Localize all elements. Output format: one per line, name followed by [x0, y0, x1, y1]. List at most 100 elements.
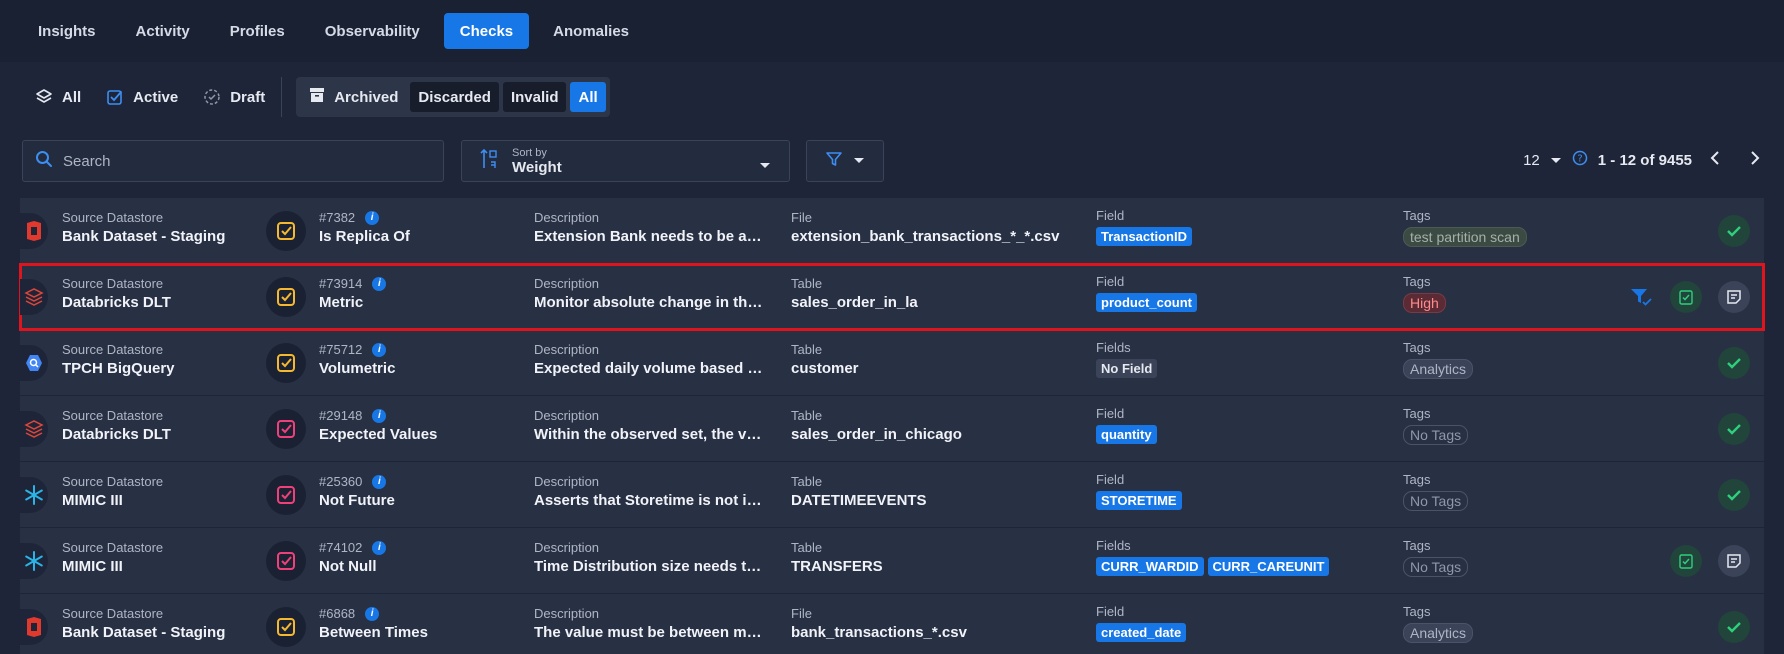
info-icon[interactable]: i: [372, 475, 387, 489]
validate-button[interactable]: [1670, 281, 1702, 313]
page-size-value[interactable]: 12: [1523, 152, 1540, 169]
search-input[interactable]: Search: [63, 153, 111, 170]
status-check-button[interactable]: [1718, 347, 1750, 379]
info-icon[interactable]: i: [372, 409, 387, 423]
chevron-down-icon[interactable]: [1550, 152, 1562, 169]
table-row[interactable]: Source Datastore Databricks DLT #29148 i …: [20, 396, 1764, 462]
filter-icon: [825, 150, 843, 173]
field-label: Field: [1096, 472, 1125, 487]
check-id: #73914: [319, 276, 363, 291]
filter-active[interactable]: Active: [93, 77, 190, 117]
tag-badge[interactable]: Analytics: [1403, 359, 1474, 379]
tag-badge[interactable]: Analytics: [1403, 623, 1474, 643]
description-label: Description: [534, 474, 600, 489]
field-chip[interactable]: CURR_WARDID: [1096, 557, 1204, 576]
help-icon[interactable]: ?: [1572, 150, 1588, 170]
validate-button[interactable]: [1670, 545, 1702, 577]
tab-profiles[interactable]: Profiles: [214, 13, 301, 49]
tags-label: Tags: [1403, 406, 1431, 421]
chevron-right-icon[interactable]: [1750, 151, 1760, 169]
tag-badge[interactable]: High: [1403, 293, 1446, 313]
sort-value: Weight: [512, 158, 562, 176]
status-check-button[interactable]: [1718, 611, 1750, 643]
target-value: customer: [791, 360, 859, 377]
filter-discarded[interactable]: Discarded: [410, 82, 499, 112]
filter-archived[interactable]: Archived: [300, 82, 406, 112]
info-icon[interactable]: i: [365, 607, 380, 621]
filter-button[interactable]: [806, 140, 884, 182]
table-row[interactable]: Source Datastore Bank Dataset - Staging …: [20, 594, 1764, 654]
target-value: bank_transactions_*.csv: [791, 624, 967, 641]
table-row[interactable]: Source Datastore Databricks DLT #73914 i …: [19, 263, 1765, 331]
layers-icon: [34, 87, 54, 107]
description-label: Description: [534, 342, 600, 357]
info-icon[interactable]: i: [365, 211, 380, 225]
datastore-name[interactable]: Databricks DLT: [62, 424, 171, 446]
field-label: Field: [1096, 604, 1125, 619]
datastore-name[interactable]: MIMIC III: [62, 490, 163, 512]
filter-active-label: Active: [133, 88, 179, 106]
check-name[interactable]: Not Future: [319, 490, 395, 512]
search-box[interactable]: Search: [22, 140, 444, 182]
field-label: Fields: [1096, 340, 1131, 355]
tab-activity[interactable]: Activity: [120, 13, 206, 49]
table-row[interactable]: Source Datastore MIMIC III #74102 i Not N…: [20, 528, 1764, 594]
field-chip[interactable]: quantity: [1096, 425, 1157, 444]
check-name[interactable]: Not Null: [319, 556, 386, 578]
datastore-name[interactable]: Bank Dataset - Staging: [62, 622, 225, 644]
tag-badge[interactable]: test partition scan: [1403, 227, 1527, 247]
note-button[interactable]: [1718, 545, 1750, 577]
note-button[interactable]: [1718, 281, 1750, 313]
field-chip[interactable]: product_count: [1096, 293, 1197, 312]
check-name[interactable]: Volumetric: [319, 358, 395, 380]
active-check-icon: [105, 87, 125, 107]
table-row[interactable]: Source Datastore Bank Dataset - Staging …: [20, 198, 1764, 264]
target-label: Table: [791, 342, 823, 357]
tab-anomalies[interactable]: Anomalies: [537, 13, 645, 49]
info-icon[interactable]: i: [372, 277, 387, 291]
field-label: Field: [1096, 208, 1125, 223]
table-row[interactable]: Source Datastore MIMIC III #25360 i Not F…: [20, 462, 1764, 528]
filter-invalid[interactable]: Invalid: [502, 82, 567, 112]
tab-observability[interactable]: Observability: [309, 13, 436, 49]
check-name[interactable]: Expected Values: [319, 424, 437, 446]
field-chip[interactable]: CURR_CAREUNIT: [1207, 557, 1330, 576]
field-label: Fields: [1096, 538, 1131, 553]
datastore-name[interactable]: TPCH BigQuery: [62, 358, 175, 380]
field-chip[interactable]: created_date: [1096, 623, 1187, 642]
check-name[interactable]: Is Replica Of: [319, 226, 410, 248]
status-check-button[interactable]: [1718, 215, 1750, 247]
field-chip[interactable]: STORETIME: [1096, 491, 1182, 510]
filter-draft[interactable]: Draft: [190, 77, 277, 117]
chevron-down-icon: [853, 152, 865, 170]
check-name[interactable]: Metric: [319, 292, 386, 314]
datastore-label: Source Datastore: [62, 342, 164, 357]
status-check-button[interactable]: [1718, 479, 1750, 511]
check-type-icon: [266, 475, 306, 515]
check-id: #75712: [319, 342, 363, 357]
info-icon[interactable]: i: [372, 343, 387, 357]
filter-archived-all[interactable]: All: [570, 82, 606, 112]
datastore-name[interactable]: Bank Dataset - Staging: [62, 226, 225, 248]
field-label: Field: [1096, 274, 1125, 289]
sort-dropdown[interactable]: Sort by Weight: [461, 140, 790, 182]
datastore-name[interactable]: Databricks DLT: [62, 292, 171, 314]
filter-all[interactable]: All: [22, 77, 93, 117]
filter-check-button[interactable]: [1625, 281, 1657, 313]
field-chip[interactable]: TransactionID: [1096, 227, 1192, 246]
target-value: sales_order_in_chicago: [791, 426, 962, 443]
tab-insights[interactable]: Insights: [22, 13, 112, 49]
description-label: Description: [534, 408, 600, 423]
chevron-left-icon[interactable]: [1710, 151, 1720, 169]
target-label: File: [791, 210, 812, 225]
datastore-label: Source Datastore: [62, 474, 164, 489]
info-icon[interactable]: i: [372, 541, 387, 555]
bank-icon: [20, 213, 48, 249]
tab-checks[interactable]: Checks: [443, 13, 530, 49]
datastore-name[interactable]: MIMIC III: [62, 556, 163, 578]
check-id: #25360: [319, 474, 363, 489]
filter-all-label: All: [62, 88, 82, 106]
status-check-button[interactable]: [1718, 413, 1750, 445]
table-row[interactable]: Source Datastore TPCH BigQuery #75712 i V…: [20, 330, 1764, 396]
check-name[interactable]: Between Times: [319, 622, 428, 644]
